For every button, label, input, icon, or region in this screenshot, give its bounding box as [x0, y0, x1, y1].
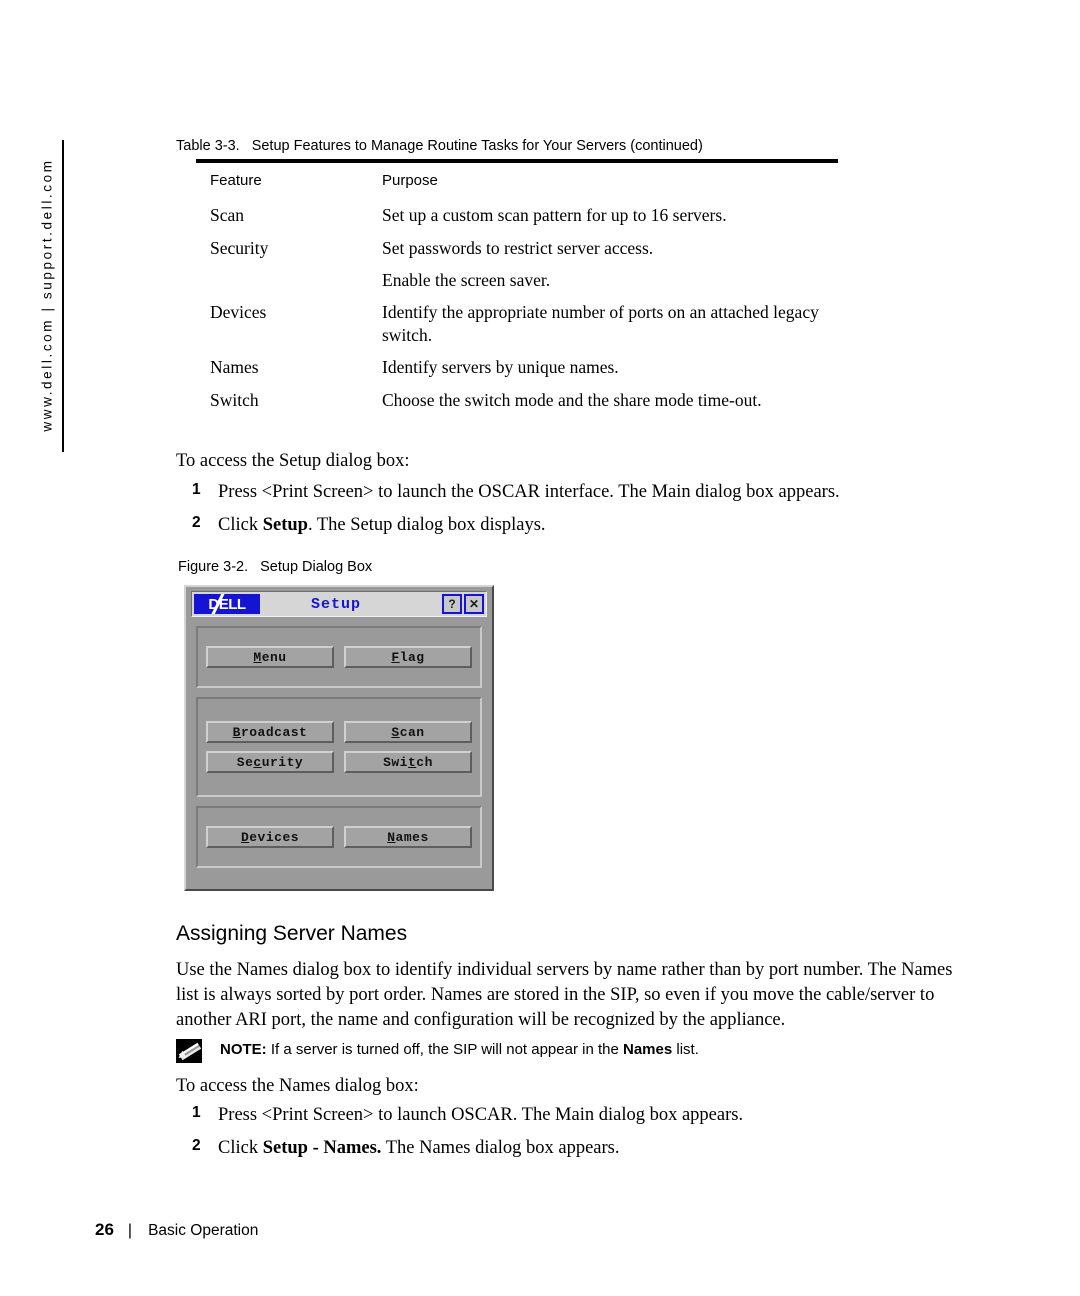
page-footer: 26 | Basic Operation [95, 1220, 258, 1240]
setup-dialog-screenshot: DELL Setup ? ✕ Menu Flag Broadcast Scan … [184, 585, 494, 891]
cell-purpose: Enable the screen saver. [382, 269, 551, 290]
setup-access-lead: To access the Setup dialog box: [176, 451, 410, 471]
step-text-before: Click [218, 1138, 263, 1159]
flag-button[interactable]: Flag [344, 646, 472, 668]
names-access-lead: To access the Names dialog box: [176, 1076, 419, 1096]
step-item: 2 Click Setup - Names. The Names dialog b… [176, 1136, 976, 1160]
figure-caption: Figure 3-2. Setup Dialog Box [178, 559, 372, 575]
footer-separator: | [127, 1222, 133, 1239]
step-text-before: Click [218, 515, 263, 536]
column-header-feature: Feature [210, 172, 262, 189]
features-table: Table 3-3. Setup Features to Manage Routi… [176, 138, 856, 421]
switch-button[interactable]: Swi t ch [344, 751, 472, 773]
button-row: Devices Names [206, 826, 472, 848]
table-row: Security Set passwords to restrict serve… [196, 237, 838, 269]
security-button[interactable]: Se c urity [206, 751, 334, 773]
note-text-bold: Names [622, 1041, 673, 1058]
step-number: 1 [192, 481, 201, 498]
note-block: NOTE: If a server is turned off, the SIP… [176, 1038, 966, 1063]
setup-access-steps: 1 Press <Print Screen> to launch the OSCA… [176, 480, 976, 546]
table-row: Scan Set up a custom scan pattern for up… [196, 204, 838, 236]
dialog-titlebar: DELL Setup ? ✕ [191, 591, 487, 617]
button-row: Menu Flag [206, 646, 472, 668]
page-title: Assigning Server Names [176, 922, 408, 945]
step-item: 1 Press <Print Screen> to launch OSCAR. T… [176, 1103, 976, 1127]
menu-button[interactable]: Menu [206, 646, 334, 668]
cell-purpose: Identify the appropriate number of ports… [382, 302, 819, 345]
dialog-group-2: Broadcast Scan Se c urity Swi t ch [196, 697, 482, 797]
step-text: Press <Print Screen> to launch the OSCAR… [218, 482, 840, 502]
table-caption: Table 3-3. Setup Features to Manage Routi… [176, 138, 856, 154]
footer-page-number: 26 [95, 1220, 114, 1239]
dell-logo-icon: DELL [194, 594, 260, 614]
figure-caption-number: Figure 3-2. [178, 559, 249, 575]
note-text: NOTE: If a server is turned off, the SIP… [220, 1038, 699, 1060]
step-text-after: . The Setup dialog box displays. [307, 515, 546, 536]
cell-purpose: Set up a custom scan pattern for up to 1… [382, 205, 727, 226]
footer-section-name: Basic Operation [148, 1222, 259, 1239]
side-url-tab: www.dell.com | support.dell.com [30, 140, 64, 450]
broadcast-button[interactable]: Broadcast [206, 721, 334, 743]
step-number: 1 [192, 1104, 201, 1121]
cell-feature [196, 269, 382, 301]
step-item: 2 Click Setup. The Setup dialog box displ… [176, 513, 976, 537]
step-text: Press <Print Screen> to launch OSCAR. Th… [218, 1105, 744, 1125]
scan-button[interactable]: Scan [344, 721, 472, 743]
names-button[interactable]: Names [344, 826, 472, 848]
cell-feature: Devices [210, 302, 267, 323]
table-row: Names Identify servers by unique names. [196, 356, 838, 388]
note-text-after: list. [672, 1041, 699, 1058]
side-url-text: www.dell.com | support.dell.com [39, 158, 55, 432]
table-header-rule [196, 159, 838, 163]
note-label: NOTE: [220, 1041, 267, 1058]
cell-feature: Names [210, 357, 259, 378]
pencil-icon [176, 1039, 202, 1063]
note-text-before: If a server is turned off, the SIP will … [266, 1041, 623, 1058]
dialog-group-1: Menu Flag [196, 626, 482, 688]
cell-feature: Scan [210, 205, 245, 226]
close-button[interactable]: ✕ [464, 594, 484, 614]
table-row: Switch Choose the switch mode and the sh… [196, 389, 838, 421]
column-header-purpose: Purpose [382, 172, 438, 189]
cell-purpose: Identify servers by unique names. [382, 357, 619, 378]
table-header-row: Feature Purpose [196, 171, 838, 204]
side-vertical-rule [62, 140, 64, 452]
step-text-after: The Names dialog box appears. [381, 1138, 620, 1159]
figure-caption-title: Setup Dialog Box [260, 559, 373, 575]
cell-purpose: Set passwords to restrict server access. [382, 237, 654, 258]
step-text-bold: Setup - Names. [262, 1138, 382, 1159]
section-paragraph: Use the Names dialog box to identify ind… [176, 960, 953, 1030]
devices-button[interactable]: Devices [206, 826, 334, 848]
table-row: Devices Identify the appropriate number … [196, 301, 838, 356]
step-number: 2 [192, 1137, 201, 1155]
step-item: 1 Press <Print Screen> to launch the OSCA… [176, 480, 976, 504]
step-text-bold: Setup [262, 515, 308, 536]
button-row: Broadcast Scan [206, 721, 472, 743]
cell-feature: Switch [210, 389, 259, 410]
dialog-group-3: Devices Names [196, 806, 482, 868]
table-caption-title: Setup Features to Manage Routine Tasks f… [251, 138, 703, 154]
table-row: Enable the screen saver. [196, 269, 838, 301]
table-caption-number: Table 3-3. [176, 138, 240, 154]
step-number: 2 [192, 514, 201, 532]
names-access-steps: 1 Press <Print Screen> to launch OSCAR. T… [176, 1103, 976, 1169]
cell-purpose: Choose the switch mode and the share mod… [382, 389, 762, 410]
dialog-title: Setup [310, 595, 361, 613]
cell-feature: Security [210, 237, 269, 258]
help-button[interactable]: ? [442, 594, 462, 614]
button-row: Se c urity Swi t ch [206, 751, 472, 773]
